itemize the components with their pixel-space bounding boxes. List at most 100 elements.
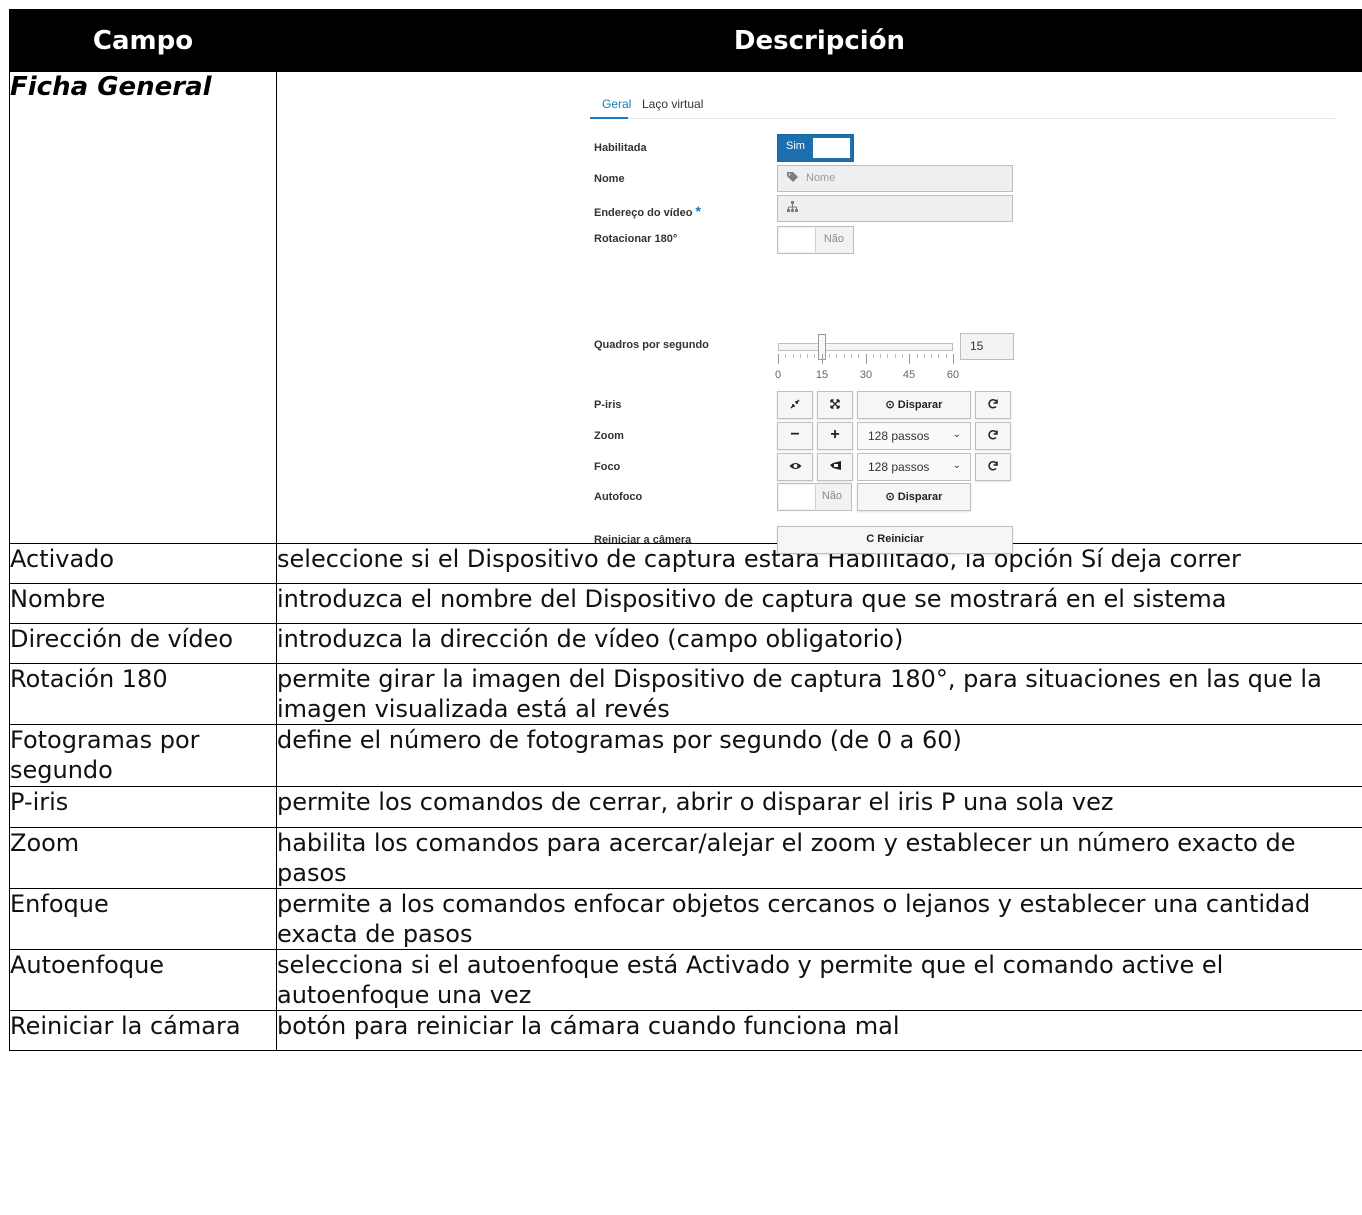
plus-icon: + (830, 426, 840, 443)
refresh-icon (976, 460, 1010, 475)
tag-icon (786, 171, 799, 187)
rotate-toggle[interactable]: Não (777, 226, 854, 254)
focus-steps-value: 128 passos (868, 460, 930, 474)
tab-geral[interactable]: Geral (602, 97, 631, 111)
toggle-knob (779, 485, 816, 509)
scale-tick (953, 354, 954, 364)
chevron-down-icon: ⌄ (952, 429, 961, 440)
focus-near-button[interactable] (777, 453, 813, 481)
piris-close-button[interactable] (777, 391, 813, 419)
label-rotate: Rotacionar 180° (594, 233, 678, 245)
scale-tick (785, 354, 786, 358)
description-cell: permite los comandos de cerrar, abrir o … (276, 786, 1362, 828)
table-row: Autoenfoque selecciona si el autoenfoque … (9, 949, 1362, 1011)
zoom-reset-button[interactable] (975, 422, 1011, 450)
eye-icon (778, 460, 812, 474)
zoom-steps-value: 128 passos (868, 429, 930, 443)
table-row: P-iris permite los comandos de cerrar, ab… (9, 786, 1362, 828)
form-screenshot-cell: Geral Laço virtual Habilitada Sim Nome N… (276, 71, 1362, 554)
sitemap-icon (786, 201, 799, 216)
fps-slider-track[interactable] (778, 343, 953, 351)
table-row: Dirección de vídeo introduzca la direcció… (9, 623, 1362, 664)
toggle-knob (779, 228, 816, 252)
general-tab-label: Ficha General (9, 71, 277, 544)
zoom-out-button[interactable]: − (777, 422, 813, 450)
active-tab-indicator (590, 117, 628, 119)
description-cell: introduzca la dirección de vídeo (campo … (276, 623, 1362, 664)
description-cell: botón para reiniciar la cámara cuando fu… (276, 1010, 1362, 1051)
restart-label: C Reiniciar (866, 533, 924, 545)
zoom-in-button[interactable]: + (817, 422, 853, 450)
description-cell: introduzca el nombre del Dispositivo de … (276, 583, 1362, 624)
zoom-steps-select[interactable]: 128 passos ⌄ (857, 422, 971, 450)
piris-open-button[interactable] (817, 391, 853, 419)
field-cell: Fotogramas por segundo (9, 724, 277, 787)
header-description: Descripción (276, 9, 1362, 72)
scale-tick (793, 354, 794, 358)
piris-trigger-button[interactable]: ⊙ Disparar (857, 391, 971, 419)
minus-icon: − (790, 426, 800, 443)
piris-reset-button[interactable] (975, 391, 1011, 419)
label-name: Nome (594, 173, 625, 185)
scale-tick (851, 354, 852, 358)
label-focus: Foco (594, 461, 621, 473)
label-fps: Quadros por segundo (594, 339, 709, 351)
trigger-label: ⊙ Disparar (885, 491, 943, 503)
scale-tick (902, 354, 903, 358)
enabled-toggle[interactable]: Sim (777, 134, 854, 162)
label-restart: Reiniciar a câmera (594, 534, 692, 546)
field-cell: Rotación 180 (9, 663, 277, 725)
name-input[interactable]: Nome (777, 165, 1013, 192)
field-cell: Zoom (9, 827, 277, 889)
table-row: Fotogramas por segundo define el número d… (9, 724, 1362, 787)
label-autofocus: Autofoco (594, 491, 643, 503)
scale-tick (946, 354, 947, 358)
scale-tick (836, 354, 837, 358)
description-cell: define el número de fotogramas por segun… (276, 724, 1362, 787)
refresh-icon (976, 398, 1010, 413)
scale-tick (909, 354, 910, 364)
table-row: Enfoque permite a los comandos enfocar ob… (9, 888, 1362, 950)
binoculars-icon (818, 460, 852, 474)
description-cell: permite a los comandos enfocar objetos c… (276, 888, 1362, 950)
field-cell: Autoenfoque (9, 949, 277, 1011)
tab-laco-virtual[interactable]: Laço virtual (642, 97, 703, 111)
table-row: Zoom habilita los comandos para acercar/a… (9, 827, 1362, 889)
scale-tick (917, 354, 918, 358)
table-header-row: Campo Descripción (9, 9, 1362, 72)
description-cell: permite girar la imagen del Dispositivo … (276, 663, 1362, 725)
expand-icon (818, 398, 852, 413)
scale-tick (866, 354, 867, 364)
autofocus-trigger-button[interactable]: ⊙ Disparar (857, 483, 971, 511)
scale-tick (938, 354, 939, 358)
chevron-down-icon: ⌄ (952, 460, 961, 471)
tab-bar: Geral Laço virtual (590, 97, 1335, 119)
scale-tick (778, 354, 779, 364)
general-tab-row: Ficha General Geral Laço virtual Habilit… (9, 71, 1362, 554)
field-description-table: Campo Descripción Ficha General Geral La… (9, 9, 1362, 1051)
focus-steps-select[interactable]: 128 passos ⌄ (857, 453, 971, 481)
trigger-label: ⊙ Disparar (885, 399, 943, 411)
camera-settings-form: Geral Laço virtual Habilitada Sim Nome N… (277, 72, 1362, 554)
scale-tick (924, 354, 925, 358)
scale-tick-label: 60 (946, 369, 960, 381)
autofocus-toggle[interactable]: Não (777, 483, 852, 511)
scale-tick (814, 354, 815, 358)
field-cell: Dirección de vídeo (9, 623, 277, 664)
fps-input[interactable]: 15 (960, 333, 1014, 360)
restart-camera-button[interactable]: C Reiniciar (777, 526, 1013, 554)
compress-icon (778, 398, 812, 413)
label-zoom: Zoom (594, 430, 624, 442)
focus-reset-button[interactable] (975, 453, 1011, 481)
enabled-toggle-text: Sim (786, 140, 805, 152)
scale-tick-label: 30 (859, 369, 873, 381)
video-address-input[interactable] (777, 195, 1013, 222)
scale-tick (931, 354, 932, 358)
description-rows: Activado seleccione si el Dispositivo de … (9, 543, 1362, 1051)
field-cell: Nombre (9, 583, 277, 624)
focus-far-button[interactable] (817, 453, 853, 481)
field-cell: Activado (9, 543, 277, 584)
toggle-knob (813, 138, 850, 158)
scale-tick (800, 354, 801, 358)
field-cell: Enfoque (9, 888, 277, 950)
